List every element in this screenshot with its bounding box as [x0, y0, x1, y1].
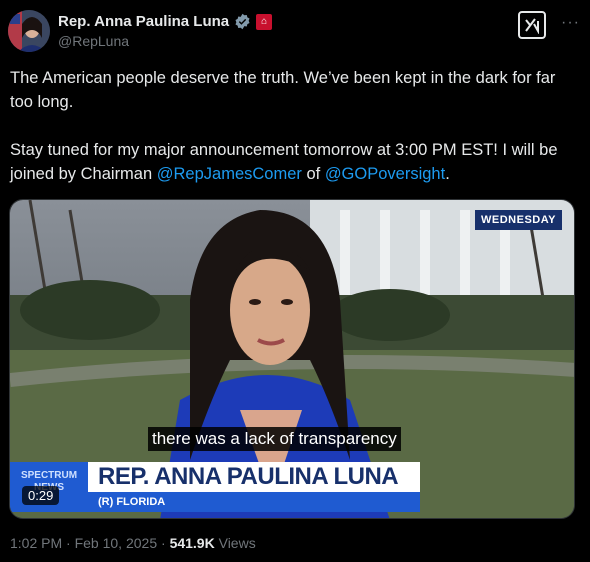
post-time[interactable]: 1:02 PM: [10, 535, 62, 551]
post-text-segment: .: [445, 165, 450, 183]
meta-separator: ·: [161, 535, 166, 551]
mention-repjamescomer[interactable]: @RepJamesComer: [157, 165, 302, 183]
video-timer: 0:29: [22, 486, 60, 505]
views-label: Views: [218, 535, 256, 551]
author-name[interactable]: Rep. Anna Paulina Luna: [58, 13, 229, 30]
post-paragraph-2: Stay tuned for my major announcement tom…: [10, 138, 570, 186]
post-paragraph-1: The American people deserve the truth. W…: [10, 69, 556, 111]
verified-badge-icon: [235, 13, 250, 30]
post-text-segment: of: [301, 165, 325, 183]
post-text: The American people deserve the truth. W…: [10, 66, 570, 186]
government-affiliation-icon[interactable]: ⌂: [256, 13, 273, 30]
meta-separator: ·: [66, 535, 71, 551]
mention-gopoversight[interactable]: @GOPoversight: [325, 165, 445, 183]
post-meta: 1:02 PM · Feb 10, 2025 · 541.9K Views: [10, 535, 256, 551]
day-tag: WEDNESDAY: [475, 210, 562, 230]
more-options-icon[interactable]: ···: [561, 14, 580, 32]
post-date[interactable]: Feb 10, 2025: [75, 535, 158, 551]
author-handle[interactable]: @RepLuna: [58, 33, 129, 49]
views-count: 541.9K: [169, 535, 215, 551]
lower-third: SPECTRUM NEWS REP. ANNA PAULINA LUNA (R)…: [10, 462, 420, 512]
lower-third-subtitle: (R) FLORIDA: [88, 492, 420, 512]
grok-icon[interactable]: [518, 11, 546, 39]
lower-third-name: REP. ANNA PAULINA LUNA: [88, 462, 420, 492]
brand-line-1: SPECTRUM: [20, 470, 78, 481]
video-player[interactable]: WEDNESDAY there was a lack of transparen…: [9, 199, 575, 519]
avatar[interactable]: [8, 10, 50, 52]
post-header: Rep. Anna Paulina Luna ⌂ @RepLuna ···: [8, 10, 580, 54]
video-caption: there was a lack of transparency: [148, 427, 401, 451]
